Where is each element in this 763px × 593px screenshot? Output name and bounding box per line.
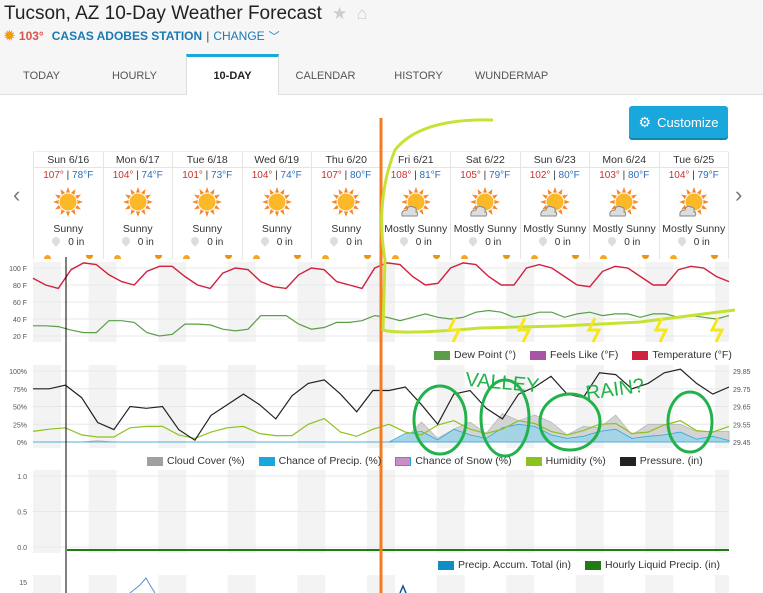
humidity-chart-tick-label: 25% — [13, 422, 27, 429]
legend-humidity[interactable]: Humidity (%) — [525, 455, 606, 467]
night-band — [297, 575, 326, 593]
pressure-tick-label: 29.45 — [733, 440, 751, 447]
pressure-tick-label: 29.85 — [733, 369, 751, 376]
night-band — [715, 575, 729, 593]
legend-precip-accum[interactable]: Precip. Accum. Total (in) — [438, 559, 571, 571]
temp-chart-tick-label: 60 F — [13, 300, 27, 307]
legend-dew-point[interactable]: Dew Point (°) — [434, 349, 516, 361]
legend-pressure[interactable]: Pressure. (in) — [619, 455, 703, 467]
night-band — [227, 575, 256, 593]
legend-label: Chance of Snow (%) — [415, 455, 512, 467]
temp-chart-legend: Dew Point (°) Feels Like (°F) Temperatur… — [420, 349, 732, 361]
humidity-chart-tick-label: 75% — [13, 387, 27, 394]
humidity-chart-tick-label: 50% — [13, 405, 27, 412]
precip-chart-tick-label: 0.5 — [17, 510, 27, 517]
legend-chance-snow[interactable]: Chance of Snow (%) — [395, 455, 512, 467]
humidity-chart-legend: Cloud Cover (%) Chance of Precip. (%) Ch… — [133, 455, 703, 467]
legend-feels-like[interactable]: Feels Like (°F) — [529, 349, 619, 361]
temp-chart-tick-label: 80 F — [13, 283, 27, 290]
legend-label: Hourly Liquid Precip. (in) — [605, 559, 720, 571]
temp-chart-tick-label: 20 F — [13, 334, 27, 341]
forecast-charts: 100 F 80 F 60 F 40 F 20 F 100% 29.85 75% 29.75 50… — [9, 118, 751, 593]
wind-chart-tick-label: 15 — [19, 580, 27, 587]
legend-label: Dew Point (°) — [454, 349, 516, 361]
legend-label: Chance of Precip. (%) — [278, 455, 382, 467]
night-band — [575, 575, 604, 593]
legend-label: Precip. Accum. Total (in) — [458, 559, 572, 571]
temp-chart-tick-label: 40 F — [13, 317, 27, 324]
legend-cloud-cover[interactable]: Cloud Cover (%) — [147, 455, 245, 467]
legend-label: Temperature (°F) — [652, 349, 732, 361]
pressure-tick-label: 29.75 — [733, 387, 751, 394]
pressure-tick-label: 29.55 — [733, 422, 751, 429]
precip-chart-tick-label: 0.0 — [17, 545, 27, 552]
legend-chance-precip[interactable]: Chance of Precip. (%) — [258, 455, 382, 467]
humidity-chart-tick-label: 100% — [9, 369, 27, 376]
night-band — [33, 575, 61, 593]
legend-label: Pressure. (in) — [639, 455, 703, 467]
legend-hourly-liquid[interactable]: Hourly Liquid Precip. (in) — [585, 559, 720, 571]
legend-label: Humidity (%) — [545, 455, 606, 467]
pressure-tick-label: 29.65 — [733, 405, 751, 412]
night-band — [436, 575, 465, 593]
precip-chart-tick-label: 1.0 — [17, 474, 27, 481]
legend-temperature[interactable]: Temperature (°F) — [632, 349, 732, 361]
legend-label: Feels Like (°F) — [549, 349, 619, 361]
night-band — [506, 575, 535, 593]
humidity-chart-tick-label: 0% — [17, 440, 27, 447]
night-band — [88, 575, 117, 593]
precip-chart-legend: Precip. Accum. Total (in) Hourly Liquid … — [424, 559, 720, 571]
temp-chart-tick-label: 100 F — [9, 266, 27, 273]
legend-label: Cloud Cover (%) — [167, 455, 245, 467]
night-band — [645, 575, 674, 593]
night-band — [158, 575, 187, 593]
